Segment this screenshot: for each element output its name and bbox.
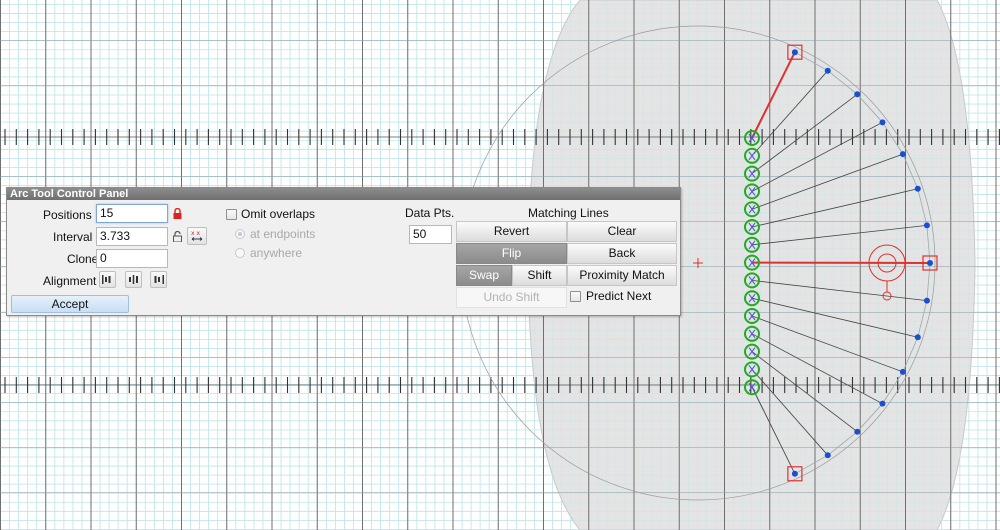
swap-button[interactable]: Swap bbox=[456, 265, 512, 286]
align-left-icon[interactable] bbox=[99, 271, 116, 288]
undo-shift-button[interactable]: Undo Shift bbox=[456, 287, 567, 308]
anywhere-label: anywhere bbox=[250, 246, 303, 260]
predict-next-label: Predict Next bbox=[586, 289, 652, 303]
accept-button[interactable]: Accept bbox=[11, 295, 129, 313]
back-button[interactable]: Back bbox=[567, 243, 677, 264]
anywhere-radio[interactable] bbox=[235, 248, 245, 258]
clone-input[interactable]: 0 bbox=[96, 249, 168, 268]
proximity-match-button[interactable]: Proximity Match bbox=[567, 265, 677, 286]
clear-button[interactable]: Clear bbox=[567, 221, 677, 242]
interval-arrows-icon[interactable]: x x bbox=[187, 227, 207, 245]
alignment-label: Alignment bbox=[43, 274, 97, 288]
interval-input[interactable]: 3.733 bbox=[96, 227, 168, 246]
endpoint-dot bbox=[923, 222, 930, 229]
align-center-icon[interactable] bbox=[125, 271, 142, 288]
endpoint-dot bbox=[824, 452, 831, 459]
lock-open-icon[interactable] bbox=[173, 230, 182, 245]
positions-input[interactable]: 15 bbox=[96, 204, 168, 223]
clone-label: Clone bbox=[67, 252, 99, 266]
arc-tool-control-panel: Arc Tool Control Panel Positions 15 Inte… bbox=[6, 187, 681, 316]
omit-overlaps-label: Omit overlaps bbox=[241, 207, 316, 221]
endpoint-dot bbox=[879, 119, 886, 126]
endpoint-dot bbox=[854, 91, 861, 98]
omit-overlaps-checkbox[interactable] bbox=[226, 209, 237, 220]
matching-lines-label: Matching Lines bbox=[528, 206, 609, 220]
data-pts-label: Data Pts. bbox=[405, 206, 455, 220]
endpoint-dot bbox=[791, 470, 798, 477]
interval-label: Interval bbox=[53, 230, 93, 244]
endpoint-dot bbox=[824, 67, 831, 74]
svg-text:x x: x x bbox=[191, 230, 200, 237]
flip-button[interactable]: Flip bbox=[456, 243, 567, 264]
align-right-icon[interactable] bbox=[150, 271, 167, 288]
shift-button[interactable]: Shift bbox=[512, 265, 567, 286]
endpoint-dot bbox=[914, 334, 921, 341]
at-endpoints-radio[interactable] bbox=[235, 229, 245, 239]
endpoint-dot bbox=[927, 260, 933, 266]
endpoint-dot bbox=[791, 49, 798, 56]
data-pts-input[interactable]: 50 bbox=[409, 225, 452, 244]
revert-button[interactable]: Revert bbox=[456, 221, 567, 242]
endpoint-dot bbox=[879, 400, 886, 407]
endpoint-dot bbox=[914, 185, 921, 192]
predict-next-checkbox[interactable] bbox=[570, 291, 581, 302]
endpoint-dot bbox=[899, 151, 906, 158]
endpoint-dot bbox=[854, 428, 861, 435]
lock-closed-icon[interactable] bbox=[173, 207, 182, 222]
panel-title: Arc Tool Control Panel bbox=[7, 188, 680, 200]
endpoint-dot bbox=[899, 368, 906, 375]
at-endpoints-label: at endpoints bbox=[250, 227, 316, 241]
endpoint-dot bbox=[923, 297, 930, 304]
positions-label: Positions bbox=[43, 208, 92, 222]
